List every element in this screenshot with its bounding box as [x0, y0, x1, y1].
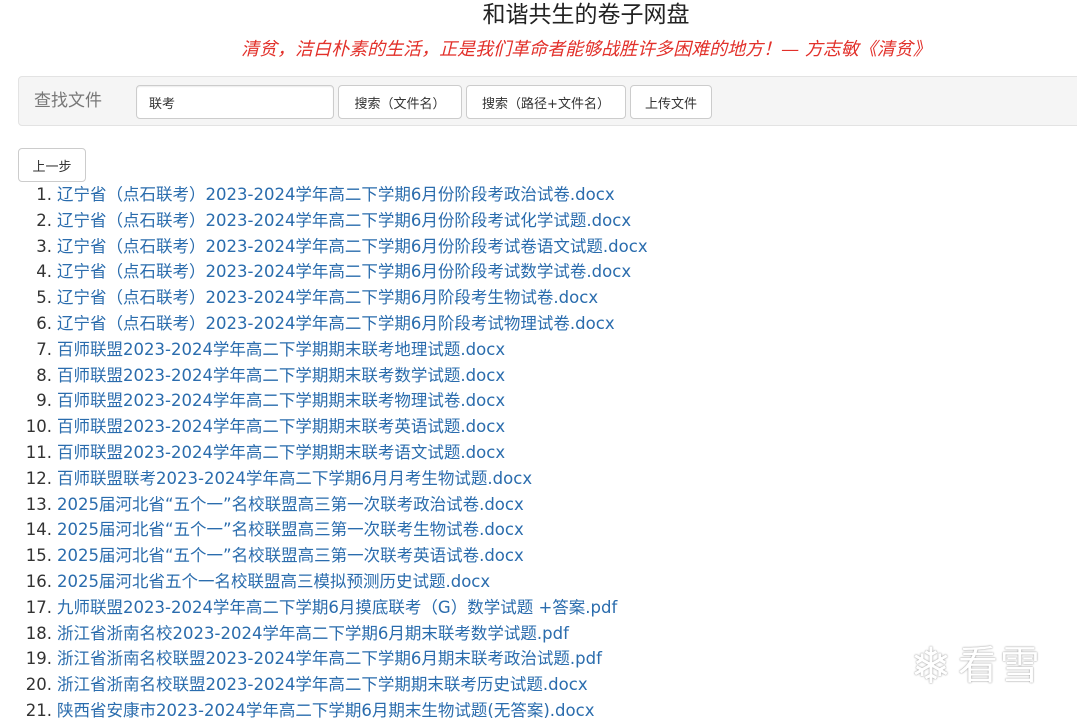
search-bar: 查找文件 搜索（文件名） 搜索（路径+文件名） 上传文件: [18, 76, 1077, 126]
list-item-number: 1.: [36, 185, 52, 204]
file-link[interactable]: 2025届河北省“五个一”名校联盟高三第一次联考英语试卷.docx: [57, 543, 524, 569]
file-link[interactable]: 辽宁省（点石联考）2023-2024学年高二下学期6月份阶段考试数学试卷.doc…: [57, 259, 631, 285]
site-title: 和谐共生的卷子网盘: [482, 2, 690, 28]
list-item-number: 12.: [25, 468, 52, 488]
list-item-number: 7.: [36, 339, 52, 359]
file-link[interactable]: 百师联盟2023-2024学年高二下学期期末联考地理试题.docx: [57, 337, 505, 363]
file-link[interactable]: 百师联盟2023-2024学年高二下学期期末联考物理试卷.docx: [57, 388, 505, 414]
file-link[interactable]: 辽宁省（点石联考）2023-2024学年高二下学期6月份阶段考政治试卷.docx: [57, 182, 615, 208]
list-item-number: 14.: [25, 520, 52, 540]
list-item-number: 20.: [25, 675, 52, 695]
list-item-number: 13.: [25, 494, 52, 514]
list-item-number: 3.: [36, 236, 52, 256]
file-link[interactable]: 辽宁省（点石联考）2023-2024学年高二下学期6月阶段考生物试卷.docx: [57, 285, 598, 311]
upload-file-button[interactable]: 上传文件: [630, 85, 712, 119]
search-by-path-button[interactable]: 搜索（路径+文件名）: [466, 85, 626, 119]
file-link[interactable]: 九师联盟2023-2024学年高二下学期6月摸底联考（G）数学试题 +答案.pd…: [57, 595, 617, 621]
file-link[interactable]: 陕西省安康市2023-2024学年高二下学期6月期末生物试题(无答案).docx: [57, 698, 594, 724]
list-item-number: 21.: [25, 700, 52, 720]
motto-quote: 清贫，洁白朴素的生活，正是我们革命者能够战胜许多困难的地方！— 方志敏《清贫》: [241, 39, 931, 60]
search-input[interactable]: [136, 85, 334, 119]
search-by-filename-button[interactable]: 搜索（文件名）: [338, 85, 462, 119]
list-item-number: 18.: [25, 623, 52, 643]
file-link[interactable]: 辽宁省（点石联考）2023-2024学年高二下学期6月阶段考试物理试卷.docx: [57, 311, 615, 337]
list-item-number: 5.: [36, 288, 52, 308]
list-item-number: 17.: [25, 597, 52, 617]
list-item-number: 16.: [25, 571, 52, 591]
file-link[interactable]: 浙江省浙南名校2023-2024学年高二下学期6月期末联考数学试题.pdf: [57, 621, 569, 647]
back-button[interactable]: 上一步: [18, 148, 86, 182]
list-item-number: 2.: [36, 210, 52, 230]
snowflake-icon: ❄: [910, 637, 952, 695]
file-link[interactable]: 浙江省浙南名校联盟2023-2024学年高二下学期6月期末联考政治试题.pdf: [57, 646, 602, 672]
search-label: 查找文件: [34, 91, 102, 111]
watermark: ❄ 看雪: [910, 636, 1042, 696]
file-link[interactable]: 百师联盟联考2023-2024学年高二下学期6月月考生物试题.docx: [57, 466, 532, 492]
file-link[interactable]: 2025届河北省五个一名校联盟高三模拟预测历史试题.docx: [57, 569, 490, 595]
list-item-number: 9.: [36, 391, 52, 411]
list-item-number: 11.: [25, 442, 52, 462]
file-link[interactable]: 百师联盟2023-2024学年高二下学期期末联考数学试题.docx: [57, 363, 505, 389]
list-item-number: 10.: [25, 417, 52, 437]
list-item-number: 4.: [36, 262, 52, 282]
list-item-number: 15.: [25, 546, 52, 566]
file-link[interactable]: 2025届河北省“五个一”名校联盟高三第一次联考政治试卷.docx: [57, 492, 524, 518]
list-item-number: 6.: [36, 313, 52, 333]
watermark-text: 看雪: [957, 643, 1042, 689]
list-item-number: 8.: [36, 365, 52, 385]
file-link[interactable]: 百师联盟2023-2024学年高二下学期期末联考语文试题.docx: [57, 440, 505, 466]
file-link[interactable]: 辽宁省（点石联考）2023-2024学年高二下学期6月份阶段考试化学试题.doc…: [57, 208, 631, 234]
file-link[interactable]: 2025届河北省“五个一”名校联盟高三第一次联考生物试卷.docx: [57, 517, 524, 543]
list-item-number: 19.: [25, 649, 52, 669]
file-link[interactable]: 浙江省浙南名校联盟2023-2024学年高二下学期期末联考历史试题.docx: [57, 672, 588, 698]
file-link[interactable]: 辽宁省（点石联考）2023-2024学年高二下学期6月份阶段考试卷语文试题.do…: [57, 234, 648, 260]
file-link[interactable]: 百师联盟2023-2024学年高二下学期期末联考英语试题.docx: [57, 414, 505, 440]
